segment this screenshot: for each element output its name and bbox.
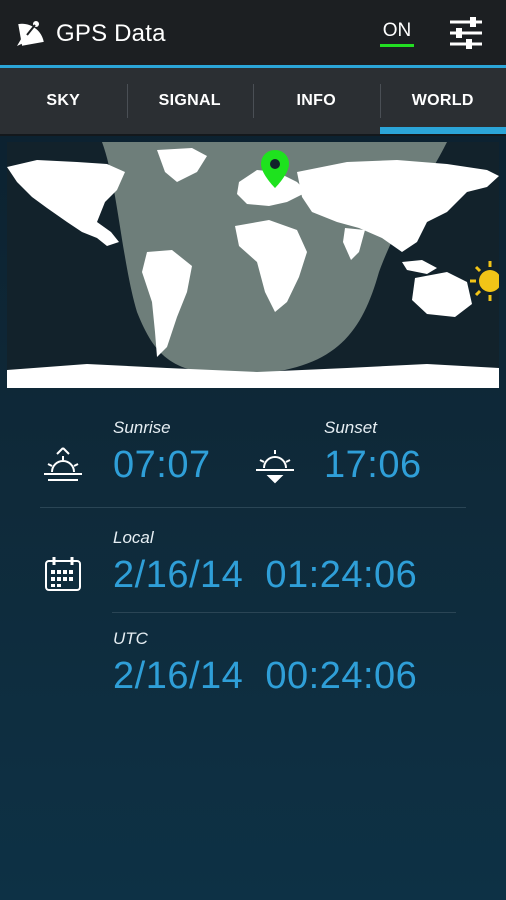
- tab-info[interactable]: INFO: [253, 68, 380, 134]
- sunset-label: Sunset: [324, 418, 377, 437]
- local-time-label: Local: [113, 528, 154, 547]
- action-bar: GPS Data ON: [0, 0, 506, 66]
- tab-signal[interactable]: SIGNAL: [126, 68, 254, 134]
- divider: [112, 612, 456, 613]
- tab-bar: SKY SIGNAL INFO WORLD: [0, 68, 506, 134]
- tab-sky[interactable]: SKY: [0, 68, 127, 134]
- utc-time-value: 2/16/14 00:24:06: [113, 655, 418, 697]
- tab-bar-divider: [0, 134, 506, 136]
- sliders-icon[interactable]: [446, 15, 486, 51]
- tab-world[interactable]: WORLD: [379, 68, 506, 134]
- divider: [40, 507, 466, 508]
- sunrise-icon: [44, 447, 82, 481]
- utc-time-label: UTC: [113, 629, 148, 648]
- sunrise-label: Sunrise: [113, 418, 171, 437]
- app-title: GPS Data: [56, 20, 166, 47]
- gps-on-toggle[interactable]: ON: [380, 20, 414, 47]
- sunset-time: 17:06: [324, 444, 422, 486]
- sunrise-time: 07:07: [113, 444, 211, 486]
- local-time-value: 2/16/14 01:24:06: [113, 554, 418, 596]
- satellite-dish-icon[interactable]: [14, 16, 48, 50]
- world-map[interactable]: [7, 142, 499, 388]
- sunset-icon: [256, 450, 294, 484]
- calendar-icon: [45, 557, 81, 591]
